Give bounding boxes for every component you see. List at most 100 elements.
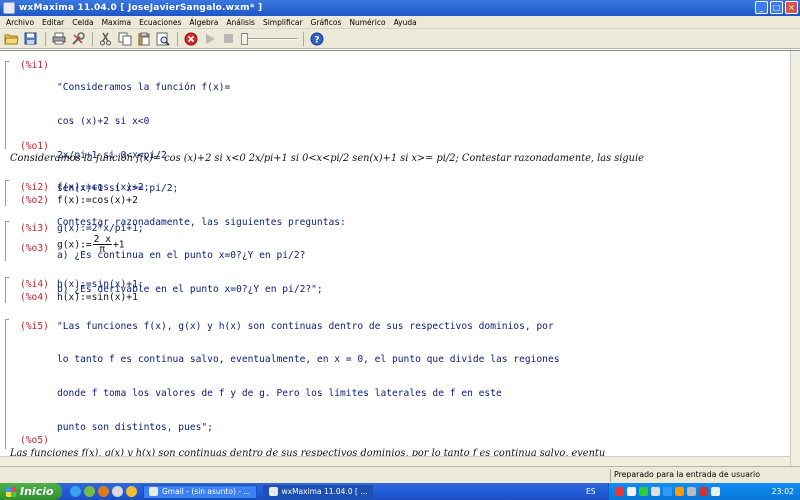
- title-bar: wxMaxima 11.04.0 [ JoseJavierSangalo.wxm…: [0, 0, 800, 16]
- quick-launch-icon[interactable]: [112, 486, 123, 497]
- output-label: (%o4): [20, 292, 49, 303]
- input-line: "Consideramos la función f(x)=: [57, 82, 231, 94]
- input-line[interactable]: donde f toma los valores de f y de g. Pe…: [57, 388, 502, 399]
- cell-bracket[interactable]: [5, 61, 6, 149]
- cell-bracket-top: [5, 277, 9, 279]
- menu-simplificar[interactable]: Simplificar: [259, 18, 307, 27]
- tray-icon[interactable]: [699, 487, 708, 496]
- animation-slider[interactable]: [241, 32, 299, 46]
- menu-graficos[interactable]: Gráficos: [307, 18, 346, 27]
- language-indicator[interactable]: ES: [586, 487, 596, 496]
- open-folder-icon[interactable]: [3, 31, 20, 47]
- slider-track: [243, 37, 297, 40]
- status-divider: [610, 469, 611, 482]
- copy-icon[interactable]: [116, 31, 133, 47]
- status-text: Preparado para la entrada de usuario: [614, 470, 760, 479]
- cell-bracket[interactable]: [5, 180, 6, 206]
- firefox-icon[interactable]: [98, 486, 109, 497]
- cell-bracket-top: [5, 319, 9, 321]
- start-button[interactable]: Inicio: [0, 483, 62, 500]
- input-text[interactable]: g(x):=2*x/pi+1;: [57, 223, 144, 234]
- minimize-button[interactable]: _: [755, 1, 768, 14]
- horizontal-scrollbar[interactable]: [0, 456, 790, 466]
- tray-icon[interactable]: [663, 487, 672, 496]
- worksheet[interactable]: (%i1) "Consideramos la función f(x)= cos…: [0, 50, 800, 466]
- stop-icon[interactable]: [220, 31, 237, 47]
- menu-maxima[interactable]: Maxima: [98, 18, 136, 27]
- vertical-scrollbar[interactable]: [790, 51, 800, 466]
- status-bar: Preparado para la entrada de usuario: [0, 466, 800, 483]
- tray-icon[interactable]: [615, 487, 624, 496]
- input-text[interactable]: h(x):=sin(x)+1;: [57, 279, 144, 290]
- help-icon[interactable]: ?: [308, 31, 325, 47]
- toolbar-separator: [45, 31, 46, 46]
- cell-bracket[interactable]: [5, 319, 6, 449]
- cell-bracket-top: [5, 221, 9, 223]
- quick-launch-icon[interactable]: [126, 486, 137, 497]
- cell-bracket[interactable]: [5, 277, 6, 303]
- menu-algebra[interactable]: Álgebra: [185, 18, 222, 27]
- firefox-task-icon: [149, 487, 158, 496]
- find-icon[interactable]: [154, 31, 171, 47]
- input-label: (%i2): [20, 182, 49, 193]
- play-icon[interactable]: [201, 31, 218, 47]
- tray-icon[interactable]: [651, 487, 660, 496]
- tray-icon[interactable]: [639, 487, 648, 496]
- taskbar-wxmaxima[interactable]: wxMaxima 11.04.0 [ ...: [262, 484, 374, 499]
- menu-analisis[interactable]: Análisis: [222, 18, 259, 27]
- tray-icon[interactable]: [687, 487, 696, 496]
- input-text[interactable]: f(x):=cos (x)+2;: [57, 182, 149, 193]
- task-label: wxMaxima 11.04.0 [ ...: [281, 487, 368, 496]
- print-icon[interactable]: [50, 31, 67, 47]
- cut-icon[interactable]: [97, 31, 114, 47]
- wxmaxima-task-icon: [268, 487, 278, 496]
- output-math: g(x):= 2 x π +1: [57, 235, 125, 255]
- fraction-denominator: π: [99, 244, 106, 255]
- tray-icon[interactable]: [675, 487, 684, 496]
- taskbar-gmail[interactable]: Gmail - (sin asunto) - ...: [143, 484, 257, 499]
- menu-numerico[interactable]: Numérico: [345, 18, 389, 27]
- output-label: (%o2): [20, 195, 49, 206]
- menu-ecuaciones[interactable]: Ecuaciones: [135, 18, 185, 27]
- input-label: (%i3): [20, 223, 49, 234]
- svg-text:?: ?: [314, 35, 319, 45]
- output-label: (%o1): [20, 141, 49, 152]
- menu-editar[interactable]: Editar: [38, 18, 68, 27]
- clock[interactable]: 23:02: [772, 487, 794, 496]
- quick-launch-icon[interactable]: [84, 486, 95, 497]
- input-label: (%i1): [20, 60, 49, 71]
- slider-thumb[interactable]: [241, 32, 248, 45]
- output-label: (%o3): [20, 243, 49, 254]
- ie-icon[interactable]: [70, 486, 81, 497]
- input-label: (%i4): [20, 279, 49, 290]
- output-prefix: g(x):=: [57, 239, 92, 251]
- config-icon[interactable]: [69, 31, 86, 47]
- save-icon[interactable]: [22, 31, 39, 47]
- menu-ayuda[interactable]: Ayuda: [390, 18, 421, 27]
- wxmaxima-app-icon[interactable]: [3, 2, 15, 14]
- interrupt-icon[interactable]: [182, 31, 199, 47]
- output-label: (%o5): [20, 435, 49, 446]
- input-line[interactable]: punto son distintos, pues";: [57, 422, 213, 433]
- cell-bracket-top: [5, 180, 9, 182]
- input-line[interactable]: "Las funciones f(x), g(x) y h(x) son con…: [57, 321, 554, 332]
- toolbar: ?: [0, 29, 800, 49]
- cell-bracket[interactable]: [5, 221, 6, 261]
- tray-icon[interactable]: [627, 487, 636, 496]
- menu-archivo[interactable]: Archivo: [2, 18, 38, 27]
- menu-bar: Archivo Editar Celda Maxima Ecuaciones Á…: [0, 16, 800, 29]
- close-button[interactable]: ×: [785, 1, 798, 14]
- start-label: Inicio: [20, 485, 54, 498]
- input-line[interactable]: lo tanto f es continua salvo, eventualme…: [57, 354, 560, 365]
- window-title: wxMaxima 11.04.0 [ JoseJavierSangalo.wxm…: [19, 3, 263, 13]
- volume-icon[interactable]: [711, 487, 720, 496]
- menu-celda[interactable]: Celda: [68, 18, 97, 27]
- output-text: Consideramos la función f(x)= cos (x)+2 …: [10, 153, 644, 164]
- toolbar-separator: [92, 31, 93, 46]
- input-line: cos (x)+2 si x<0: [57, 116, 150, 128]
- system-tray: 23:02: [608, 483, 800, 500]
- paste-icon[interactable]: [135, 31, 152, 47]
- maximize-button[interactable]: □: [770, 1, 783, 14]
- input-label: (%i5): [20, 321, 49, 332]
- fraction: 2 xπ: [92, 235, 112, 255]
